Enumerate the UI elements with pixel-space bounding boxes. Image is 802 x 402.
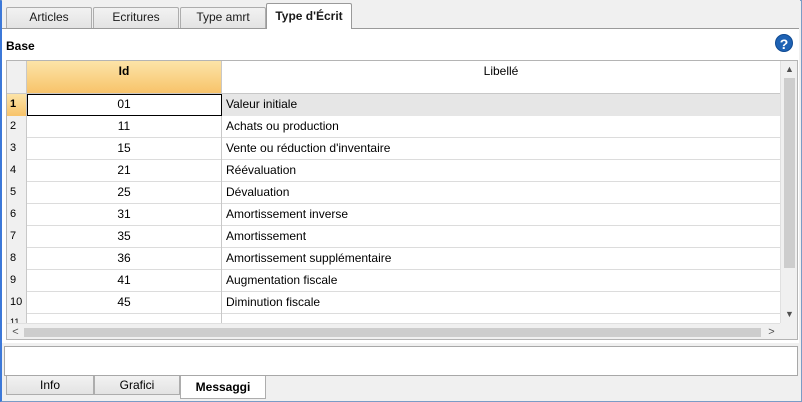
tab-info[interactable]: Info (6, 376, 94, 395)
tab-label: Ecritures (112, 10, 160, 24)
row-number[interactable]: 7 (7, 226, 27, 248)
cell-libelle[interactable]: Amortissement (222, 226, 780, 248)
table-row[interactable]: 1 01 Valeur initiale (7, 94, 780, 116)
cell-id[interactable]: 15 (27, 138, 222, 160)
table-row[interactable]: 5 25 Dévaluation (7, 182, 780, 204)
row-number[interactable]: 6 (7, 204, 27, 226)
table-row[interactable]: 9 41 Augmentation fiscale (7, 270, 780, 292)
table-row[interactable]: 10 45 Diminution fiscale (7, 292, 780, 314)
cell-libelle[interactable]: Amortissement inverse (222, 204, 780, 226)
cell-id[interactable]: 21 (27, 160, 222, 182)
tab-label: Type d'Écrit (275, 9, 343, 23)
grid-rows: 1 01 Valeur initiale 2 11 Achats ou prod… (7, 94, 780, 324)
cell-libelle[interactable]: Vente ou réduction d'inventaire (222, 138, 780, 160)
vertical-scrollbar[interactable]: ▲ ▼ (780, 61, 797, 323)
tab-grafici[interactable]: Grafici (94, 376, 180, 395)
help-icon[interactable]: ? (775, 34, 793, 52)
tab-label: Articles (29, 10, 69, 24)
grid-header: Id Libellé (7, 61, 780, 94)
cell-id[interactable]: 25 (27, 182, 222, 204)
horizontal-scroll-thumb[interactable] (24, 328, 761, 337)
table-row[interactable]: 4 21 Réévaluation (7, 160, 780, 182)
horizontal-scrollbar[interactable]: < > (7, 323, 780, 339)
table-row[interactable]: 2 11 Achats ou production (7, 116, 780, 138)
tab-ecritures[interactable]: Ecritures (93, 7, 179, 28)
grid-corner[interactable] (7, 61, 27, 94)
row-number[interactable]: 5 (7, 182, 27, 204)
tab-type-ecrit[interactable]: Type d'Écrit (266, 3, 352, 29)
row-number[interactable]: 9 (7, 270, 27, 292)
cell-libelle[interactable]: Valeur initiale (222, 94, 780, 116)
table-row[interactable]: 7 35 Amortissement (7, 226, 780, 248)
tab-messaggi[interactable]: Messaggi (180, 376, 266, 399)
cell-id[interactable]: 41 (27, 270, 222, 292)
row-number[interactable]: 2 (7, 116, 27, 138)
row-number[interactable]: 3 (7, 138, 27, 160)
view-label: Base (6, 39, 35, 53)
row-number[interactable]: 8 (7, 248, 27, 270)
cell-libelle[interactable]: Achats ou production (222, 116, 780, 138)
scroll-down-icon[interactable]: ▼ (781, 306, 797, 323)
row-number[interactable]: 1 (7, 94, 27, 116)
cell-id[interactable]: 11 (27, 116, 222, 138)
cell-libelle[interactable]: Dévaluation (222, 182, 780, 204)
cell-libelle[interactable]: Augmentation fiscale (222, 270, 780, 292)
tab-label: Type amrt (196, 10, 250, 24)
cell-id[interactable]: 31 (27, 204, 222, 226)
cell-libelle[interactable]: Diminution fiscale (222, 292, 780, 314)
scroll-up-icon[interactable]: ▲ (781, 61, 797, 78)
table-row[interactable]: 6 31 Amortissement inverse (7, 204, 780, 226)
vertical-scroll-thumb[interactable] (784, 78, 795, 268)
cell-id[interactable]: 01 (27, 94, 222, 116)
tab-label: Info (39, 378, 60, 392)
cell-libelle[interactable]: Amortissement supplémentaire (222, 248, 780, 270)
cell-libelle[interactable]: Réévaluation (222, 160, 780, 182)
main-panel: Base ? Id Libellé 1 01 Valeur initiale 2… (2, 28, 799, 343)
column-header-libelle[interactable]: Libellé (222, 61, 780, 94)
table-row[interactable]: 8 36 Amortissement supplémentaire (7, 248, 780, 270)
cell-id[interactable]: 36 (27, 248, 222, 270)
cell-id[interactable]: 35 (27, 226, 222, 248)
data-grid: Id Libellé 1 01 Valeur initiale 2 11 Ach… (6, 60, 798, 340)
cell-id[interactable]: 45 (27, 292, 222, 314)
column-header-id[interactable]: Id (27, 61, 222, 94)
row-number[interactable]: 10 (7, 292, 27, 314)
top-tab-bar: Articles Ecritures Type amrt Type d'Écri… (2, 0, 800, 29)
scrollbar-corner (780, 323, 797, 339)
tab-articles[interactable]: Articles (6, 7, 92, 28)
message-area[interactable] (4, 346, 798, 376)
tab-type-amrt[interactable]: Type amrt (180, 7, 266, 28)
tab-label: Messaggi (195, 380, 251, 394)
table-row[interactable]: 3 15 Vente ou réduction d'inventaire (7, 138, 780, 160)
row-number[interactable]: 4 (7, 160, 27, 182)
bottom-tab-bar: Info Grafici Messaggi (2, 376, 800, 400)
scroll-right-icon[interactable]: > (763, 324, 780, 339)
scroll-left-icon[interactable]: < (7, 324, 24, 339)
tab-label: Grafici (119, 378, 155, 392)
